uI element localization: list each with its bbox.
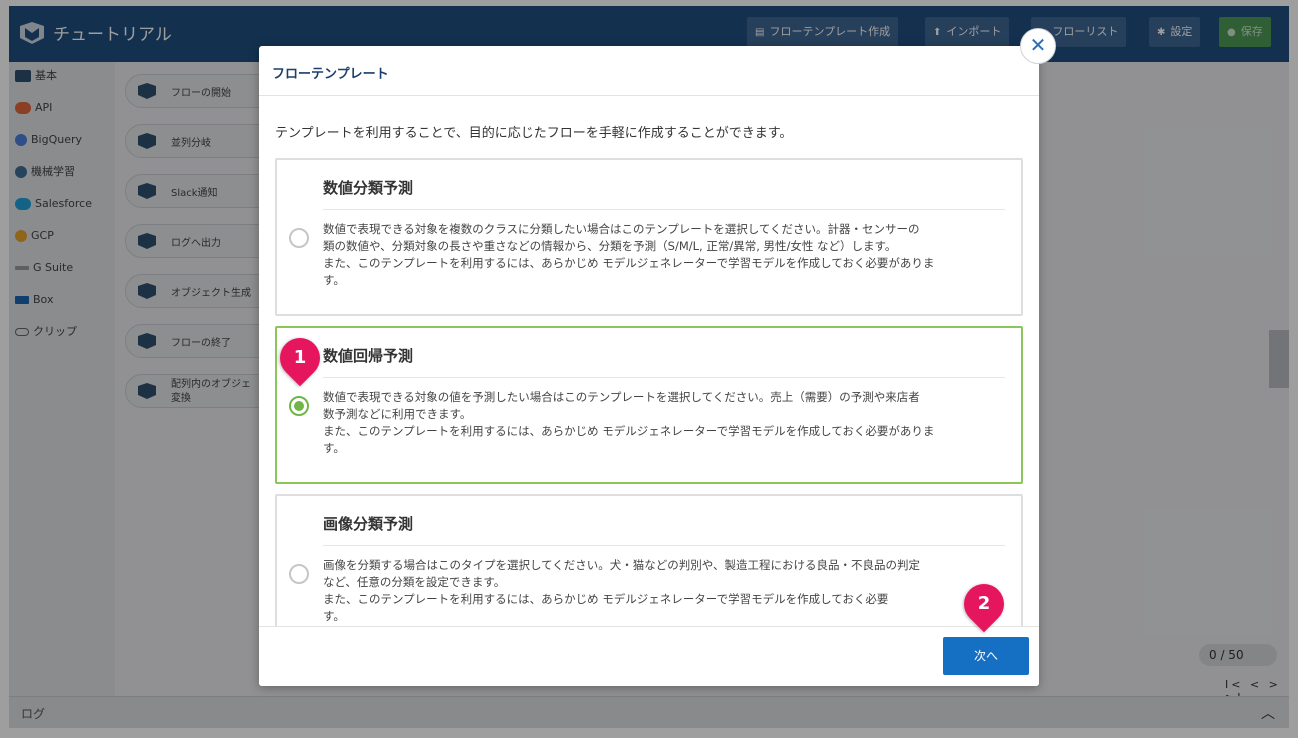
- option-title: 数値分類予測: [323, 179, 414, 197]
- dialog-footer: 次へ: [259, 626, 1039, 686]
- description-line: また、このテンプレートを利用するには、あらかじめ モデルジェネレーターで学習モデ…: [323, 592, 889, 606]
- close-icon[interactable]: ✕: [1020, 28, 1056, 64]
- dialog-title: フローテンプレート: [272, 67, 389, 82]
- option-divider: [323, 545, 1005, 546]
- description-line: 数予測などに利用できます。: [323, 407, 472, 421]
- description-line: また、このテンプレートを利用するには、あらかじめ モデルジェネレーターで学習モデ…: [323, 424, 935, 438]
- description-line: 画像を分類する場合はこのタイプを選択してください。犬・猫などの判別や、製造工程に…: [323, 558, 920, 572]
- option-divider: [323, 377, 1005, 378]
- option-description: 画像を分類する場合はこのタイプを選択してください。犬・猫などの判別や、製造工程に…: [323, 557, 1007, 625]
- template-option-numeric-regression[interactable]: 数値回帰予測 数値で表現できる対象の値を予測したい場合はこのテンプレートを選択し…: [275, 326, 1023, 484]
- description-line: 数値で表現できる対象を複数のクラスに分類したい場合はこのテンプレートを選択してく…: [323, 222, 920, 236]
- template-option-numeric-classification[interactable]: 数値分類予測 数値で表現できる対象を複数のクラスに分類したい場合はこのテンプレー…: [275, 158, 1023, 316]
- option-description: 数値で表現できる対象を複数のクラスに分類したい場合はこのテンプレートを選択してく…: [323, 221, 1007, 289]
- option-title: 数値回帰予測: [323, 347, 414, 365]
- description-line: す。: [323, 273, 345, 287]
- description-line: 類の数値や、分類対象の長さや重さなどの情報から、分類を予測（S/M/L, 正常/…: [323, 239, 897, 253]
- option-divider: [323, 209, 1005, 210]
- option-radio-selected[interactable]: [289, 396, 309, 416]
- description-line: す。: [323, 441, 345, 455]
- dialog-header: フローテンプレート: [259, 46, 1039, 96]
- description-line: 数値で表現できる対象の値を予測したい場合はこのテンプレートを選択してください。売…: [323, 390, 920, 404]
- option-radio[interactable]: [289, 564, 309, 584]
- marker-number: 2: [977, 593, 991, 614]
- description-line: す。: [323, 609, 345, 623]
- option-title: 画像分類予測: [323, 515, 414, 533]
- dialog-intro-text: テンプレートを利用することで、目的に応じたフローを手軽に作成することができます。: [275, 126, 793, 141]
- description-line: など、任意の分類を設定できます。: [323, 575, 506, 589]
- option-radio[interactable]: [289, 228, 309, 248]
- next-button[interactable]: 次へ: [943, 637, 1029, 675]
- flow-template-dialog: フローテンプレート テンプレートを利用することで、目的に応じたフローを手軽に作成…: [259, 46, 1039, 686]
- description-line: また、このテンプレートを利用するには、あらかじめ モデルジェネレーターで学習モデ…: [323, 256, 935, 270]
- marker-number: 1: [293, 347, 307, 368]
- option-description: 数値で表現できる対象の値を予測したい場合はこのテンプレートを選択してください。売…: [323, 389, 1007, 457]
